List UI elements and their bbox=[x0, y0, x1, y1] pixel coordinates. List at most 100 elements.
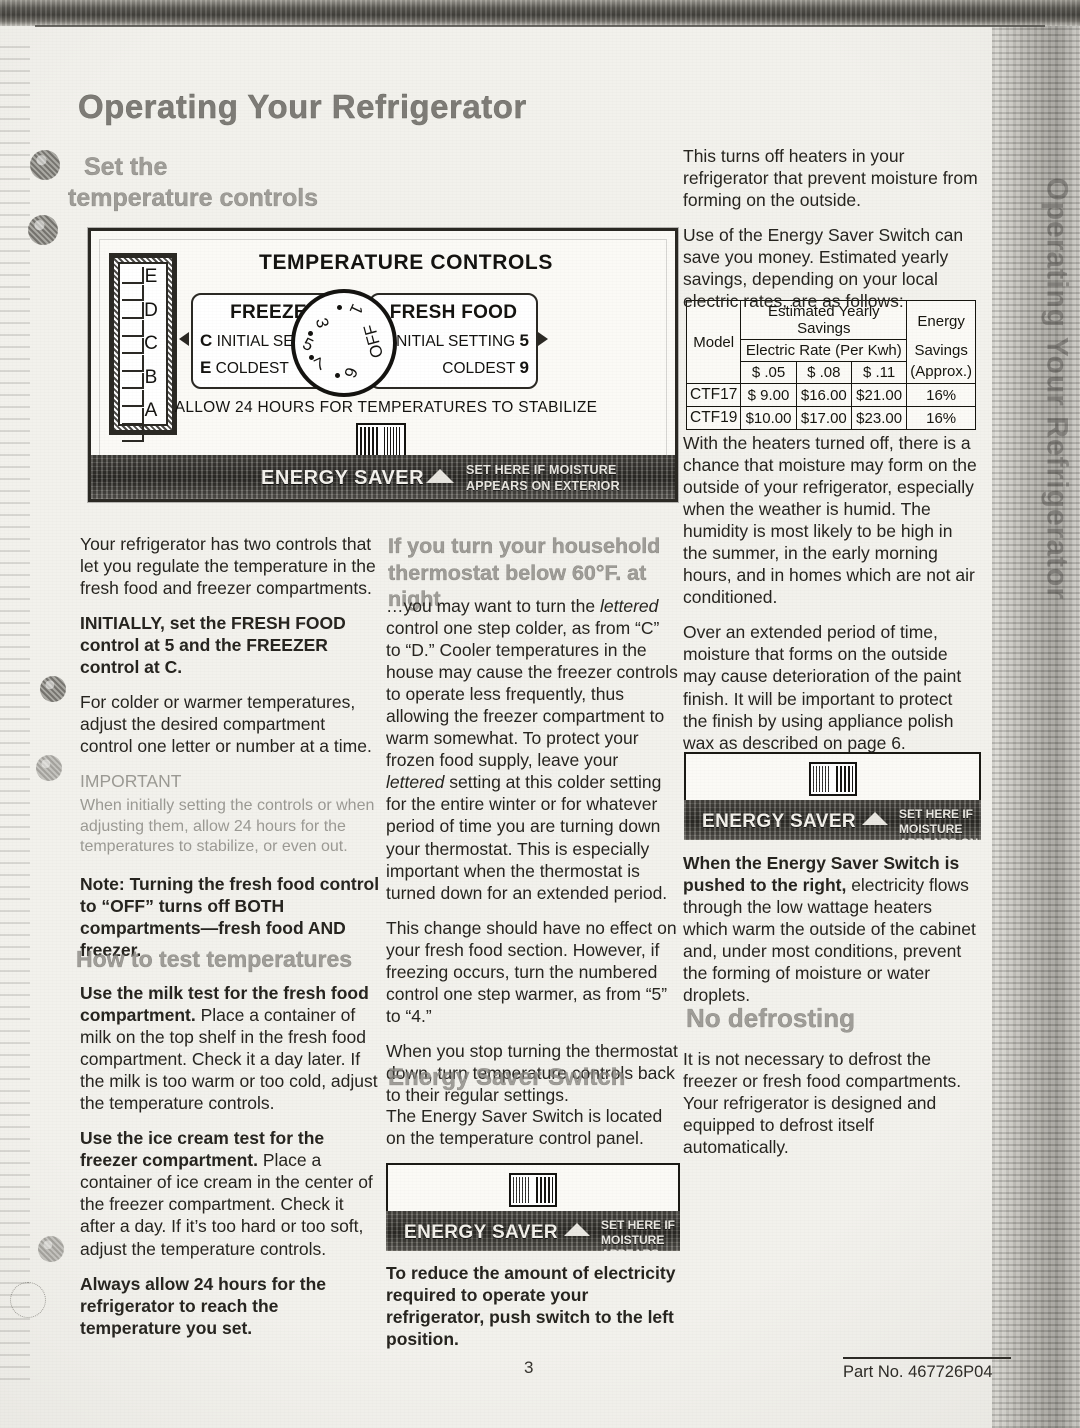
left-important-body: When initially setting the controls or w… bbox=[80, 797, 375, 855]
bullet-marker-2 bbox=[28, 215, 58, 245]
left-para-1: Your refrigerator has two controls that … bbox=[80, 534, 376, 599]
table-header-savings: Savings bbox=[906, 339, 976, 362]
scanner-edge-line bbox=[35, 25, 1045, 27]
middle-para-4: The Energy Saver Switch is located on th… bbox=[386, 1106, 663, 1149]
right-para-3: With the heaters turned off, there is a … bbox=[683, 433, 977, 608]
part-number: Part No. 467726P04 bbox=[843, 1357, 1011, 1382]
table-cell-ctf19-rate-05: $10.00 bbox=[740, 406, 797, 430]
bullet-marker-1 bbox=[30, 150, 60, 180]
panel-energy-saver-note-line1: SET HERE IF MOISTURE bbox=[466, 463, 617, 477]
left-important-title: IMPORTANT bbox=[80, 771, 182, 792]
panel-energy-saver-label: ENERGY SAVER bbox=[261, 467, 425, 489]
panel-stabilize-note: ALLOW 24 HOURS FOR TEMPERATURES TO STABI… bbox=[174, 399, 598, 416]
page-content: Operating Your Refrigerator Set the temp… bbox=[0, 0, 1080, 1428]
middle-para-1-a: …you may want to turn the bbox=[386, 596, 600, 616]
triangle-up-icon bbox=[426, 469, 454, 483]
middle-para-2: This change should have no effect on you… bbox=[386, 917, 677, 1026]
slider-letter-e: E bbox=[144, 266, 158, 287]
middle-text-column-lower: The Energy Saver Switch is located on th… bbox=[386, 1105, 678, 1162]
middle-para-1-b: control one step colder, as from “C” to … bbox=[386, 618, 678, 771]
middle-para-1: …you may want to turn the lettered contr… bbox=[386, 595, 678, 904]
bullet-marker-4 bbox=[36, 755, 62, 781]
fresh-food-box-title: FRESH FOOD bbox=[389, 302, 518, 323]
table-cell-ctf17-rate-08: $16.00 bbox=[795, 383, 852, 407]
energy-saver-note-right-line1: SET HERE IF MOISTURE bbox=[899, 807, 974, 836]
dial-number-1: 1 bbox=[345, 300, 367, 318]
panel-energy-saver-note-line2: APPEARS ON EXTERIOR bbox=[466, 478, 620, 493]
barcode-icon-right bbox=[808, 762, 857, 796]
left-ice-cream-test-para: Use the ice cream test for the freezer c… bbox=[80, 1127, 380, 1259]
heading-thermostat-below-60-line1: If you turn your household bbox=[388, 534, 661, 558]
fresh-food-coldest-number: 9 bbox=[519, 358, 529, 377]
freezer-coldest-letter: E bbox=[200, 358, 212, 377]
table-row: CTF19 $10.00 $17.00 $23.00 16% bbox=[685, 406, 976, 430]
right-text-column-bottom: It is not necessary to defrost the freez… bbox=[683, 1048, 980, 1171]
energy-saver-bar-right: ENERGY SAVER SET HERE IF MOISTURE APPEAR… bbox=[684, 800, 981, 840]
left-text-column: Your refrigerator has two controls that … bbox=[80, 533, 380, 974]
energy-saver-label-middle: ENERGY SAVER bbox=[404, 1222, 559, 1243]
corner-artifact-circle bbox=[10, 1282, 46, 1318]
table-row: CTF17 $ 9.00 $16.00 $21.00 16% bbox=[685, 383, 976, 407]
right-para-2: Use of the Energy Saver Switch can save … bbox=[683, 225, 964, 312]
table-cell-model-ctf17: CTF17 bbox=[685, 383, 742, 407]
table-cell-ctf17-rate-11: $21.00 bbox=[850, 383, 908, 407]
energy-saver-switch-diagram-right: ENERGY SAVER SET HERE IF MOISTURE APPEAR… bbox=[684, 752, 981, 840]
barcode-icon-middle bbox=[509, 1173, 557, 1207]
panel-barcode-icon bbox=[356, 423, 406, 459]
table-cell-ctf17-savings: 16% bbox=[906, 383, 976, 407]
energy-saver-label-right: ENERGY SAVER bbox=[702, 811, 857, 832]
right-para-1: This turns off heaters in your refrigera… bbox=[683, 146, 978, 211]
panel-energy-saver-note: SET HERE IF MOISTURE APPEARS ON EXTERIOR bbox=[466, 463, 620, 494]
left-milk-test-para: Use the milk test for the fresh food com… bbox=[80, 982, 380, 1114]
scanner-edge-band bbox=[0, 0, 1080, 26]
table-cell-ctf19-rate-08: $17.00 bbox=[795, 406, 852, 430]
freezer-coldest-label: COLDEST bbox=[215, 360, 289, 377]
heading-no-defrosting: No defrosting bbox=[686, 1003, 855, 1033]
left-para-3: For colder or warmer temperatures, adjus… bbox=[80, 692, 372, 757]
table-cell-model-ctf19: CTF19 bbox=[685, 406, 742, 430]
page-number: 3 bbox=[524, 1358, 534, 1377]
section-heading-set-the: Set the bbox=[84, 153, 168, 181]
table-cell-ctf19-savings: 16% bbox=[906, 406, 976, 430]
right-text-column-mid: With the heaters turned off, there is a … bbox=[683, 432, 980, 767]
triangle-up-icon-right bbox=[862, 812, 888, 825]
fresh-food-initial-number: 5 bbox=[519, 331, 529, 350]
right-text-column: This turns off heaters in your refrigera… bbox=[683, 145, 980, 325]
middle-text-column-bottom: To reduce the amount of electricity requ… bbox=[386, 1262, 681, 1363]
panel-title: TEMPERATURE CONTROLS bbox=[259, 251, 553, 274]
table-cell-ctf17-rate-05: $ 9.00 bbox=[740, 383, 797, 407]
freezer-initial-letter: C bbox=[200, 331, 213, 350]
middle-para-1-italic-2: lettered bbox=[386, 772, 445, 793]
heading-how-to-test-temperatures: How to test temperatures bbox=[76, 946, 353, 972]
left-always-allow-para: Always allow 24 hours for the refrigerat… bbox=[80, 1273, 327, 1338]
dial-dot-4 bbox=[335, 373, 340, 378]
dial-dot-1 bbox=[337, 305, 342, 310]
energy-saver-note-right-line2: APPEARS ON EXTERIOR bbox=[899, 836, 981, 840]
energy-saver-switch-diagram-middle: ENERGY SAVER SET HERE IF MOISTURE APPEAR… bbox=[386, 1163, 680, 1251]
right-para-6: It is not necessary to defrost the freez… bbox=[683, 1049, 962, 1158]
table-header-electric-rate: Electric Rate (Per Kwh) bbox=[740, 339, 908, 362]
dial-number-3: 3 bbox=[311, 315, 333, 330]
triangle-up-icon-middle bbox=[564, 1223, 590, 1236]
panel-energy-saver-bar: ENERGY SAVER SET HERE IF MOISTURE APPEAR… bbox=[91, 455, 675, 499]
slider-letter-c: C bbox=[144, 333, 158, 354]
left-para-2: INITIALLY, set the FRESH FOOD control at… bbox=[80, 613, 346, 678]
fresh-food-coldest-label: COLDEST bbox=[442, 360, 516, 377]
fresh-food-coldest-row: COLDEST 9 bbox=[371, 358, 536, 378]
energy-saver-note-middle-line1: SET HERE IF MOISTURE bbox=[601, 1218, 676, 1247]
middle-para-1-italic-1: lettered bbox=[600, 596, 659, 616]
energy-saver-note-right: SET HERE IF MOISTURE APPEARS ON EXTERIOR bbox=[899, 807, 981, 840]
left-text-column-lower: Use the milk test for the fresh food com… bbox=[80, 982, 380, 1352]
dial-number-5: 5 bbox=[299, 333, 317, 356]
energy-saver-note-middle-line2: APPEARS ON EXTERIOR bbox=[601, 1247, 680, 1251]
fresh-food-pointer-arrow bbox=[538, 332, 548, 346]
section-heading-temperature-controls: temperature controls bbox=[68, 184, 319, 212]
bullet-marker-3 bbox=[40, 676, 66, 702]
dial-number-9: 9 bbox=[340, 365, 362, 381]
middle-text-column: …you may want to turn the lettered contr… bbox=[386, 595, 678, 1119]
table-header-rate-05: $ .05 bbox=[740, 361, 797, 384]
dial-number-7: 7 bbox=[311, 353, 328, 376]
slider-letter-d: D bbox=[144, 299, 158, 321]
slider-letter-b: B bbox=[144, 366, 158, 388]
table-header-rate-08: $ .08 bbox=[795, 361, 852, 384]
